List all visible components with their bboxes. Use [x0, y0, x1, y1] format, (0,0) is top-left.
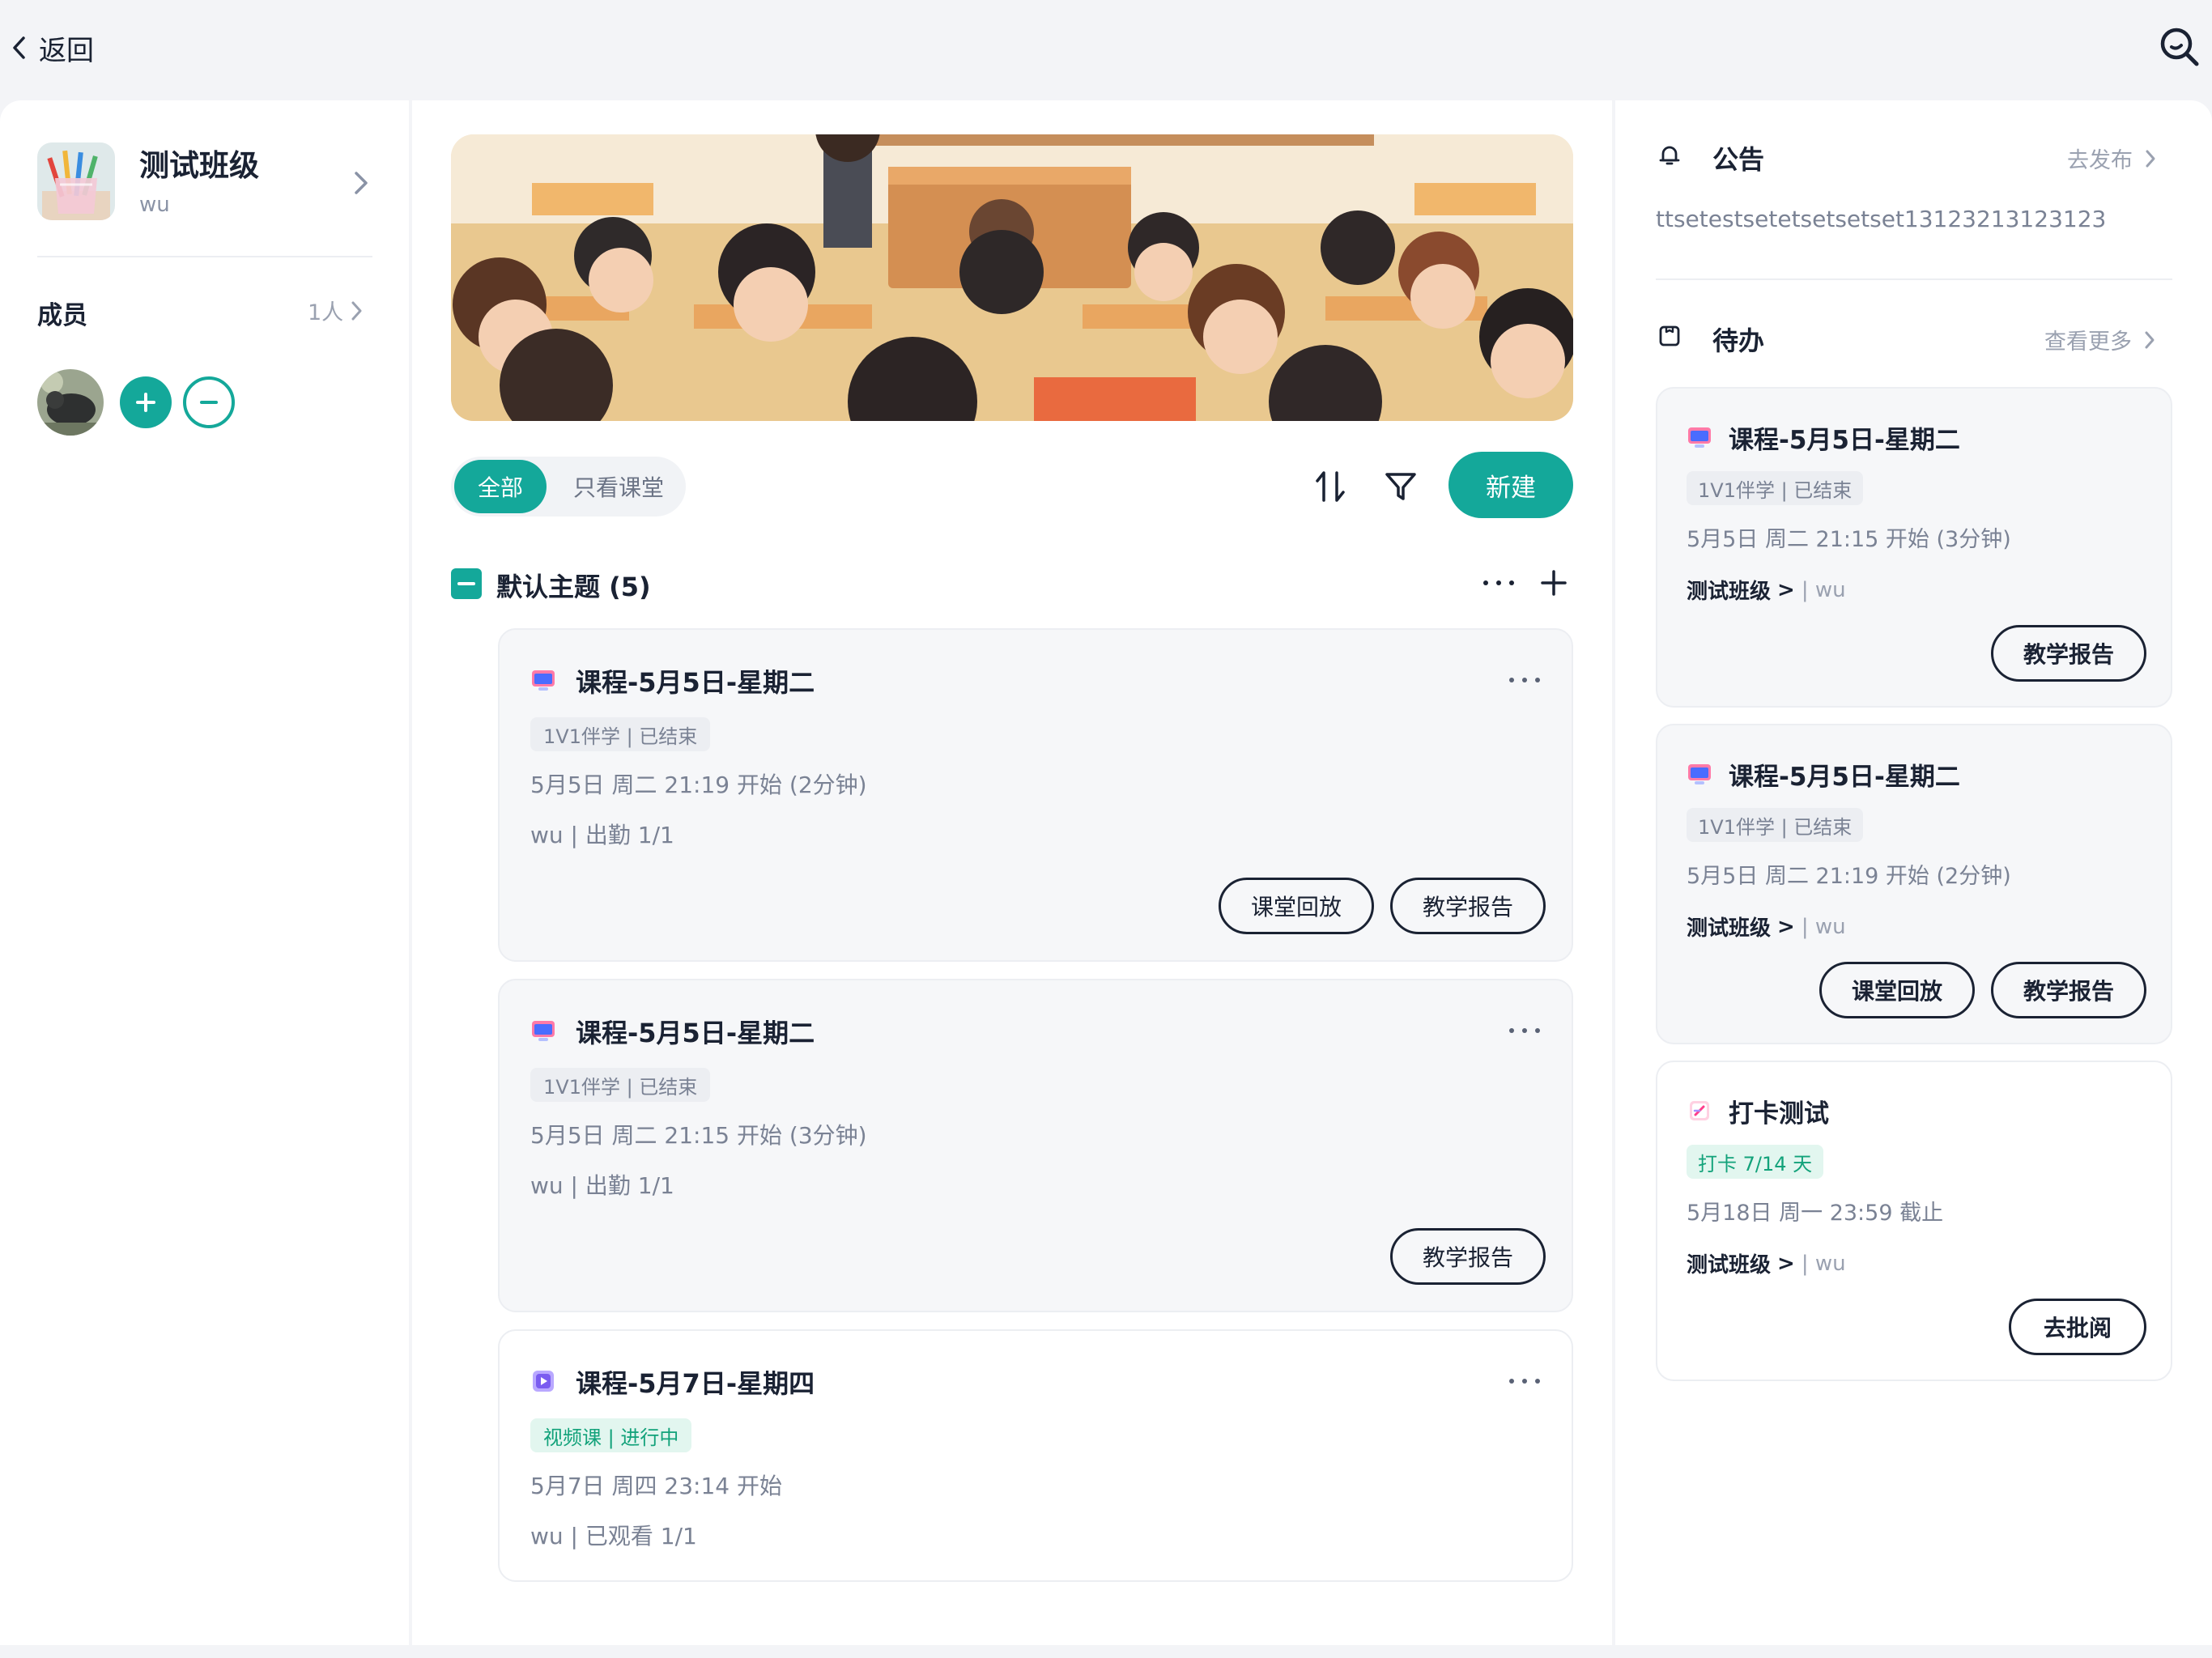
class-owner: wu	[139, 193, 170, 217]
divider	[37, 256, 372, 257]
chevron-left-icon	[11, 36, 26, 60]
separator: >	[1777, 1251, 1795, 1276]
class-sidebar: 测试班级 wu 成员 1人	[0, 100, 409, 1645]
more-icon[interactable]	[1507, 672, 1542, 688]
class-link[interactable]: 测试班级	[1687, 1248, 1771, 1278]
todo-card[interactable]: 课程-5月5日-星期二 1V1伴学 | 已结束 5月5日 周二 21:15 开始…	[1656, 387, 2172, 708]
class-banner-image	[451, 134, 1573, 421]
search-icon[interactable]	[2155, 23, 2204, 71]
class-link[interactable]: 测试班级	[1687, 912, 1771, 942]
members-count: 1人	[308, 300, 344, 325]
playback-button[interactable]: 课堂回放	[1219, 878, 1374, 934]
chevron-right-icon	[2132, 328, 2156, 352]
tab-class-only[interactable]: 只看课堂	[558, 460, 679, 513]
review-button[interactable]: 去批阅	[2009, 1299, 2146, 1355]
lesson-card[interactable]: 课程-5月5日-星期二 1V1伴学 | 已结束 5月5日 周二 21:15 开始…	[498, 979, 1573, 1312]
todo-time: 5月5日 周二 21:15 开始 (3分钟)	[1687, 527, 2011, 552]
todo-user: | wu	[1801, 1251, 1846, 1276]
members-count-link[interactable]: 1人	[308, 295, 364, 326]
add-member-button[interactable]	[120, 376, 172, 428]
notice-text: ttsetestsetetsetsetset13123213123123	[1656, 206, 2107, 232]
topic-title: 默认主题 (5)	[496, 572, 651, 602]
tab-all[interactable]: 全部	[454, 460, 547, 513]
divider	[1656, 278, 2172, 280]
todo-title: 待办	[1712, 325, 1765, 356]
todo-user: | wu	[1801, 914, 1846, 939]
top-bar: 返回	[0, 0, 2212, 100]
todo-card[interactable]: 课程-5月5日-星期二 1V1伴学 | 已结束 5月5日 周二 21:19 开始…	[1656, 724, 2172, 1044]
todo-title: 课程-5月5日-星期二	[1729, 763, 1960, 792]
lesson-time: 5月7日 周四 23:14 开始	[530, 1473, 783, 1499]
status-badge: 1V1伴学 | 已结束	[1687, 471, 1864, 505]
separator: >	[1777, 577, 1795, 602]
teaching-report-button[interactable]: 教学报告	[1991, 962, 2146, 1018]
checkin-icon	[1687, 1098, 1712, 1124]
playback-button[interactable]: 课堂回放	[1819, 962, 1975, 1018]
back-button[interactable]: 返回	[11, 28, 94, 68]
video-icon	[530, 1368, 556, 1394]
class-thumbnail	[37, 142, 115, 220]
sort-icon[interactable]	[1312, 468, 1350, 505]
todo-meta: 测试班级 > | wu	[1687, 912, 1846, 942]
more-icon[interactable]	[1481, 575, 1516, 591]
separator: >	[1777, 914, 1795, 939]
notice-title: 公告	[1712, 144, 1765, 175]
lesson-time: 5月5日 周二 21:15 开始 (3分钟)	[530, 1122, 867, 1149]
todo-title: 课程-5月5日-星期二	[1729, 426, 1960, 455]
collapse-topic-icon[interactable]	[451, 568, 482, 599]
main-content: 全部 只看课堂 新建 默认主题 (5) 课程-5月5日-星期二 1V1伴学 | …	[412, 100, 1612, 1645]
lesson-title: 课程-5月5日-星期二	[576, 667, 815, 698]
todo-icon	[1656, 322, 1683, 350]
chevron-right-icon[interactable]	[350, 167, 372, 199]
status-badge: 视频课 | 进行中	[530, 1418, 692, 1452]
publish-label: 去发布	[2067, 148, 2133, 173]
remove-member-button[interactable]	[183, 376, 235, 428]
lesson-card[interactable]: 课程-5月7日-星期四 视频课 | 进行中 5月7日 周四 23:14 开始 w…	[498, 1329, 1573, 1582]
lesson-card[interactable]: 课程-5月5日-星期二 1V1伴学 | 已结束 5月5日 周二 21:19 开始…	[498, 628, 1573, 962]
screen-icon	[1687, 761, 1712, 787]
todo-card[interactable]: 打卡测试 打卡 7/14 天 5月18日 周一 23:59 截止 测试班级 > …	[1656, 1061, 2172, 1381]
todo-title: 打卡测试	[1729, 1099, 1829, 1129]
class-name[interactable]: 测试班级	[139, 141, 259, 185]
publish-notice-link[interactable]: 去发布	[2067, 142, 2157, 174]
new-button[interactable]: 新建	[1448, 452, 1573, 518]
todo-meta: 测试班级 > | wu	[1687, 1248, 1846, 1278]
teaching-report-button[interactable]: 教学报告	[1390, 878, 1546, 934]
teaching-report-button[interactable]: 教学报告	[1390, 1228, 1546, 1285]
members-title: 成员	[37, 301, 87, 330]
chevron-right-icon	[343, 298, 364, 324]
status-badge: 1V1伴学 | 已结束	[1687, 808, 1864, 842]
class-link[interactable]: 测试班级	[1687, 575, 1771, 605]
view-more-link[interactable]: 查看更多	[2044, 324, 2156, 355]
filter-segmented-control: 全部 只看课堂	[451, 457, 686, 517]
screen-icon	[530, 667, 556, 693]
lesson-attendance: wu | 出勤 1/1	[530, 822, 674, 848]
todo-time: 5月18日 周一 23:59 截止	[1687, 1201, 1944, 1226]
lesson-attendance: wu | 出勤 1/1	[530, 1172, 674, 1199]
screen-icon	[1687, 424, 1712, 450]
status-badge: 1V1伴学 | 已结束	[530, 1068, 711, 1102]
lesson-title: 课程-5月7日-星期四	[576, 1368, 815, 1399]
screen-icon	[530, 1018, 556, 1044]
side-panel: 公告 去发布 ttsetestsetetsetsetset13123213123…	[1615, 100, 2212, 1645]
lesson-attendance: wu | 已观看 1/1	[530, 1523, 697, 1550]
lesson-title: 课程-5月5日-星期二	[576, 1018, 815, 1048]
todo-meta: 测试班级 > | wu	[1687, 575, 1846, 605]
view-more-label: 查看更多	[2044, 329, 2132, 355]
filter-icon[interactable]	[1382, 468, 1419, 505]
more-icon[interactable]	[1507, 1373, 1542, 1389]
status-badge: 打卡 7/14 天	[1687, 1145, 1824, 1179]
add-icon[interactable]	[1536, 565, 1572, 601]
more-icon[interactable]	[1507, 1022, 1542, 1039]
status-badge: 1V1伴学 | 已结束	[530, 717, 711, 751]
lesson-time: 5月5日 周二 21:19 开始 (2分钟)	[530, 772, 867, 798]
back-label: 返回	[39, 34, 94, 67]
bell-icon	[1656, 141, 1683, 168]
todo-time: 5月5日 周二 21:19 开始 (2分钟)	[1687, 864, 2011, 889]
avatar[interactable]	[37, 369, 104, 436]
chevron-right-icon	[2133, 147, 2157, 171]
todo-user: | wu	[1801, 577, 1846, 602]
teaching-report-button[interactable]: 教学报告	[1991, 625, 2146, 682]
